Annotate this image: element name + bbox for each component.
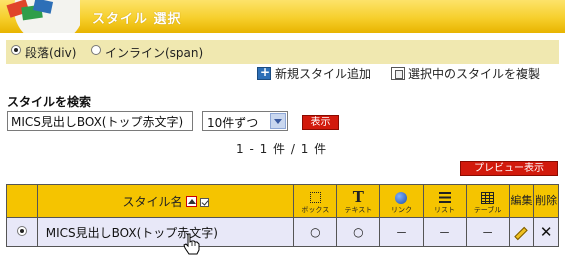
row-radio[interactable] (16, 226, 27, 236)
per-page-select[interactable]: 10件ずつ (202, 111, 288, 131)
radio-span-label[interactable]: インライン(span) (105, 44, 203, 61)
per-page-value: 10件ずつ (207, 116, 259, 130)
search-button[interactable]: 表示 (302, 115, 339, 130)
row-box-value: ○ (293, 217, 338, 247)
list-icon (438, 192, 451, 203)
mode-selector: 段落(div) インライン(span) (6, 40, 559, 64)
search-input[interactable] (7, 111, 193, 131)
text-column-label: テキスト (344, 206, 373, 214)
hand-cursor-icon (183, 233, 200, 255)
page-header: スタイル 選択 (0, 0, 565, 33)
preview-button[interactable]: プレビュー表示 (460, 161, 558, 176)
box-icon (309, 192, 321, 203)
delete-icon[interactable]: ✕ (540, 223, 553, 241)
list-column-label: リスト (434, 206, 456, 214)
pencil-icon[interactable] (514, 226, 529, 241)
box-column-label: ボックス (301, 206, 330, 214)
row-edit-cell (508, 217, 535, 247)
table-column-label: テーブル (473, 206, 502, 214)
box-column-header: ボックス (293, 184, 338, 218)
add-style-link[interactable]: 新規スタイル追加 (275, 65, 371, 82)
row-list-value: － (422, 217, 467, 247)
delete-column-header: 削除 (533, 184, 559, 218)
text-column-header: T テキスト (336, 184, 381, 218)
radio-span[interactable] (91, 45, 101, 55)
radio-div-label[interactable]: 段落(div) (25, 44, 76, 61)
style-table: スタイル名 ボックス T テキスト リンク リスト テーブル 編集 削除 MIC… (6, 184, 559, 247)
select-column-header (6, 184, 38, 218)
checkbox-icon[interactable] (199, 197, 209, 207)
chevron-down-icon[interactable] (270, 113, 286, 129)
app-logo-icon (0, 0, 80, 33)
copy-style-icon[interactable] (391, 67, 405, 80)
table-icon (481, 192, 495, 204)
copy-style-link[interactable]: 選択中のスタイルを複製 (408, 65, 540, 82)
row-table-value: － (465, 217, 510, 247)
table-column-header: テーブル (465, 184, 510, 218)
link-icon (395, 192, 408, 204)
add-style-icon[interactable] (257, 65, 271, 80)
name-column-header: スタイル名 (36, 184, 295, 218)
sort-up-icon[interactable] (185, 195, 197, 207)
search-heading: スタイルを検索 (7, 95, 92, 109)
row-select-cell (6, 217, 38, 247)
row-delete-cell: ✕ (533, 217, 559, 247)
link-column-label: リンク (390, 206, 412, 214)
edit-column-header: 編集 (508, 184, 535, 218)
result-count: 1 - 1 件 / 1 件 (236, 142, 328, 156)
radio-div[interactable] (11, 45, 21, 55)
table-row[interactable]: MICS見出しBOX(トップ赤文字) ○ ○ － － － ✕ (6, 217, 559, 247)
row-style-name[interactable]: MICS見出しBOX(トップ赤文字) (36, 217, 295, 247)
page-title: スタイル 選択 (92, 12, 182, 27)
row-text-value: ○ (336, 217, 381, 247)
table-header-row: スタイル名 ボックス T テキスト リンク リスト テーブル 編集 削除 (6, 184, 559, 218)
list-column-header: リスト (422, 184, 467, 218)
row-link-value: － (379, 217, 424, 247)
link-column-header: リンク (379, 184, 424, 218)
text-icon: T (352, 188, 364, 206)
name-header-label: スタイル名 (122, 194, 183, 209)
